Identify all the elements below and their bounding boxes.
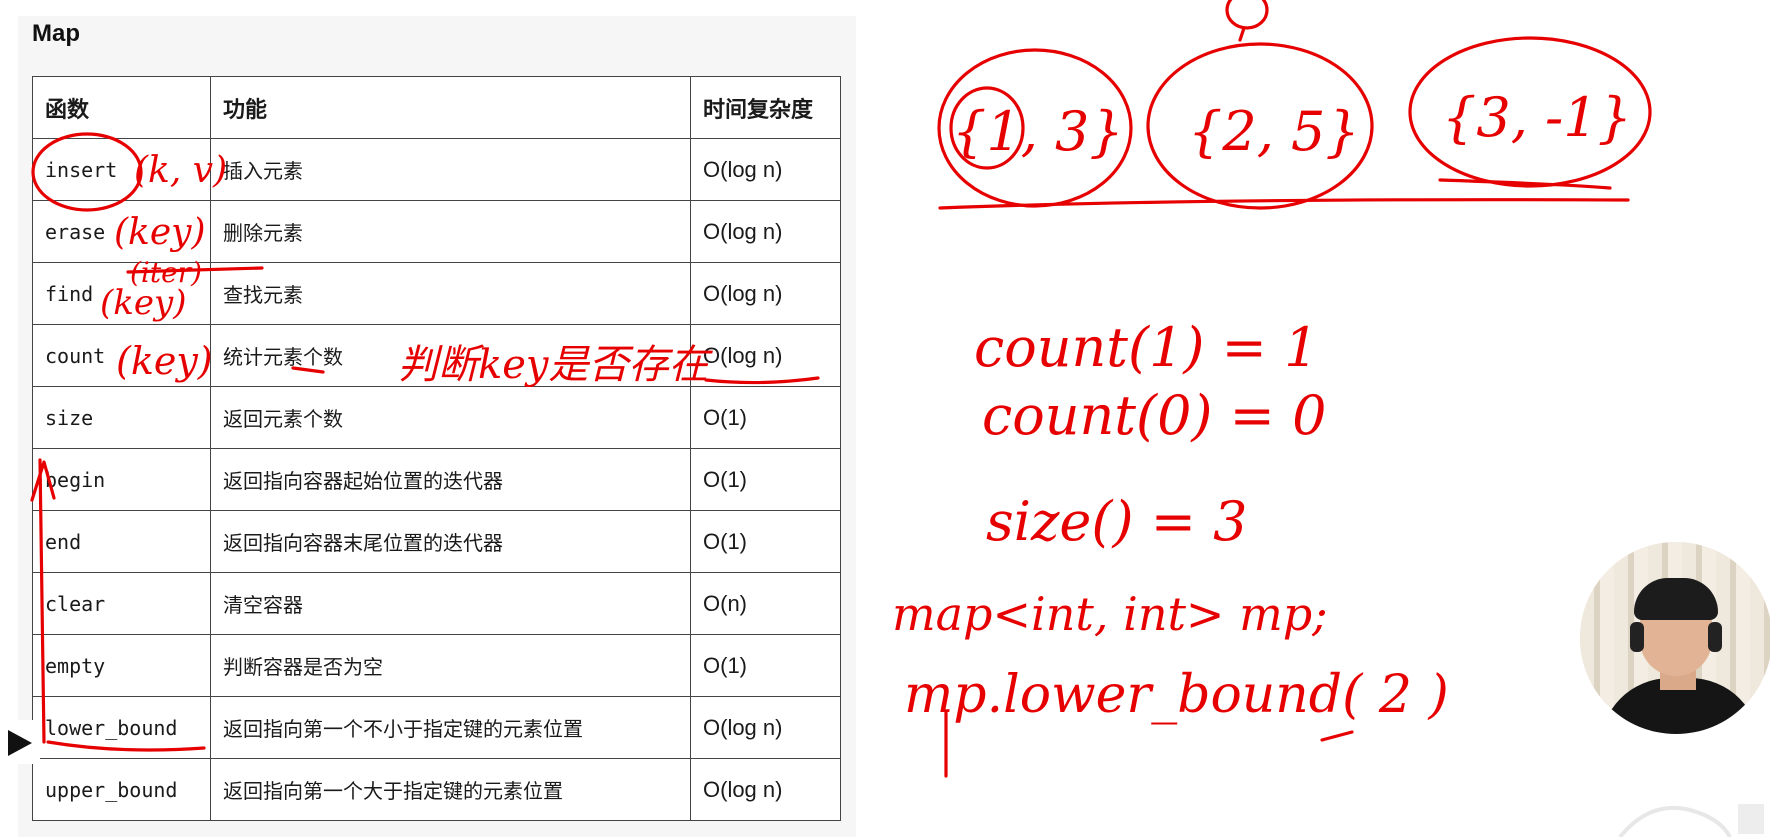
table-row: upper_bound 返回指向第一个大于指定键的元素位置 O(log n) <box>32 758 841 821</box>
function-name-cell: find <box>32 262 211 325</box>
functions-table: 函数 功能 时间复杂度 insert 插入元素 O(log n) erase 删除元素 O… <box>32 76 841 821</box>
node-circle-3 <box>1408 36 1652 188</box>
function-description-cell: 插入元素 <box>210 138 691 201</box>
function-name-cell: clear <box>32 572 211 635</box>
table-row: count 统计元素个数 O(log n) <box>32 324 841 387</box>
function-complexity-cell: O(1) <box>690 510 841 573</box>
table-row: find 查找元素 O(log n) <box>32 262 841 325</box>
function-complexity-cell: O(log n) <box>690 324 841 387</box>
table-row: empty 判断容器是否为空 O(1) <box>32 634 841 697</box>
table-row: erase 删除元素 O(log n) <box>32 200 841 263</box>
function-complexity-cell: O(log n) <box>690 200 841 263</box>
function-complexity-cell: O(log n) <box>690 138 841 201</box>
function-complexity-cell: O(log n) <box>690 758 841 821</box>
function-description-cell: 清空容器 <box>210 572 691 635</box>
table-row: size 返回元素个数 O(1) <box>32 386 841 449</box>
node-circle-1 <box>937 48 1133 208</box>
function-name-cell: size <box>32 386 211 449</box>
headset-right <box>1708 622 1722 652</box>
function-description-cell: 返回指向第一个大于指定键的元素位置 <box>210 758 691 821</box>
function-name-cell: begin <box>32 448 211 511</box>
header-function: 函数 <box>32 76 211 139</box>
function-name-cell: empty <box>32 634 211 697</box>
note-count-1: count(1) = 1 <box>974 316 1318 379</box>
node-pair-2: {2, 5} <box>1188 100 1360 163</box>
table-row: clear 清空容器 O(n) <box>32 572 841 635</box>
webcam-overlay <box>1580 542 1770 734</box>
table-row: end 返回指向容器末尾位置的迭代器 O(1) <box>32 510 841 573</box>
function-description-cell: 判断容器是否为空 <box>210 634 691 697</box>
function-description-cell: 返回指向容器起始位置的迭代器 <box>210 448 691 511</box>
note-lower-bound: mp.lower_bound( 2 ) <box>904 665 1449 725</box>
function-name-cell: erase <box>32 200 211 263</box>
function-complexity-cell: O(log n) <box>690 696 841 759</box>
function-description-cell: 返回元素个数 <box>210 386 691 449</box>
note-count-0: count(0) = 0 <box>982 384 1326 447</box>
note-map-declaration: map<int, int> mp; <box>892 587 1328 641</box>
table-row: insert 插入元素 O(log n) <box>32 138 841 201</box>
function-name-cell: upper_bound <box>32 758 211 821</box>
play-button[interactable]: play-icon <box>0 720 40 764</box>
node-circle-1-inner <box>949 86 1025 170</box>
function-name-cell: end <box>32 510 211 573</box>
function-complexity-cell: O(1) <box>690 634 841 697</box>
function-name-cell: insert <box>32 138 211 201</box>
function-name-cell: count <box>32 324 211 387</box>
table-header-row: 函数 功能 时间复杂度 <box>32 76 841 139</box>
header-description: 功能 <box>210 76 691 139</box>
page-title: Map <box>32 20 80 47</box>
function-description-cell: 查找元素 <box>210 262 691 325</box>
tree-link <box>1238 26 1246 42</box>
function-complexity-cell: O(log n) <box>690 262 841 325</box>
node-circle-2 <box>1146 42 1374 210</box>
watermark-logo <box>1618 804 1764 837</box>
function-description-cell: 返回指向容器末尾位置的迭代器 <box>210 510 691 573</box>
table-row: begin 返回指向容器起始位置的迭代器 O(1) <box>32 448 841 511</box>
note-lower-bound-underline <box>1320 730 1354 742</box>
header-complexity: 时间复杂度 <box>690 76 841 139</box>
function-complexity-cell: O(1) <box>690 448 841 511</box>
node-pair-1: {1, 3} <box>952 100 1124 163</box>
function-description-cell: 删除元素 <box>210 200 691 263</box>
function-complexity-cell: O(n) <box>690 572 841 635</box>
function-complexity-cell: O(1) <box>690 386 841 449</box>
tree-baseline-2 <box>1438 178 1612 190</box>
function-description-cell: 返回指向第一个不小于指定键的元素位置 <box>210 696 691 759</box>
headset-left <box>1630 622 1644 652</box>
tree-root-stub <box>1225 0 1269 30</box>
node-pair-3: {3, -1} <box>1442 86 1632 149</box>
table-row: lower_bound 返回指向第一个不小于指定键的元素位置 O(log n) <box>32 696 841 759</box>
note-size: size() = 3 <box>986 490 1247 553</box>
function-name-cell: lower_bound <box>32 696 211 759</box>
tree-baseline <box>938 198 1630 210</box>
function-description-cell: 统计元素个数 <box>210 324 691 387</box>
